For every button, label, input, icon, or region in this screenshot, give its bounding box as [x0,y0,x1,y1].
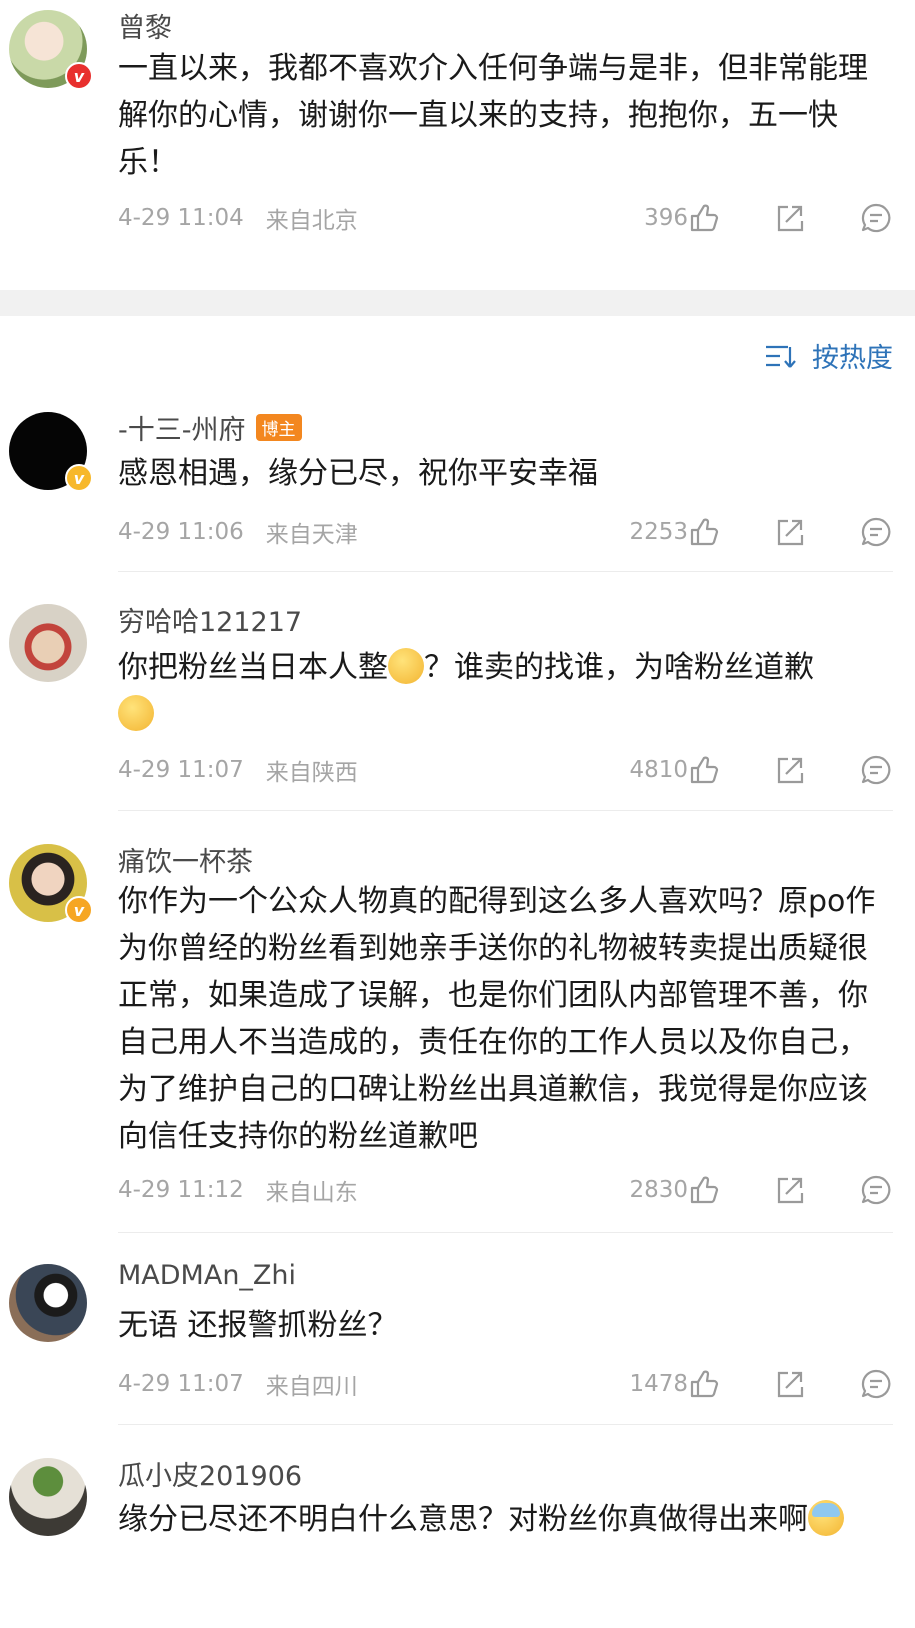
section-divider [0,290,915,316]
top-post: v 曾黎 一直以来，我都不喜欢介入任何争端与是非，但非常能理解你的心情，谢谢你一… [0,0,915,270]
comment-meta: 4-29 11:12 来自山东 2830 [118,1170,898,1210]
comment-text-part: ？谁卖的找谁，为啥粉丝道歉 [424,650,814,685]
timestamp: 4-29 11:04 [118,205,244,231]
username: 瓜小皮201906 [118,1461,303,1492]
username: MADMAn_Zhi [118,1260,297,1291]
comment-text: 无语 还报警抓粉丝？ [118,1308,398,1343]
post-meta: 4-29 11:04 来自北京 396 [118,198,898,238]
comment-item: v -十三-州府 博主 感恩相遇，缘分已尽，祝你平安幸福 4-29 11:06 … [0,400,915,572]
username: -十三-州府 [118,415,246,446]
like-icon[interactable] [688,202,720,234]
comment-user[interactable]: 穷哈哈121217 [118,600,302,639]
comment-icon[interactable] [860,1174,892,1206]
comment-icon[interactable] [860,516,892,548]
verified-icon: v [65,464,93,492]
avatar-photo [9,604,87,682]
post-author[interactable]: 曾黎 [118,6,172,45]
post-text: 一直以来，我都不喜欢介入任何争端与是非，但非常能理解你的心情，谢谢你一直以来的支… [118,51,868,180]
avatar[interactable]: v [9,10,93,90]
comment-meta: 4-29 11:07 来自四川 1478 [118,1364,898,1404]
avatar[interactable] [9,1458,87,1536]
verified-icon: v [65,896,93,924]
divider [118,571,893,572]
comment-meta: 4-29 11:06 来自天津 2253 [118,512,898,552]
comment-text: 缘分已尽还不明白什么意思？对粉丝你真做得出来啊 [118,1496,908,1543]
sort-icon [766,345,796,368]
shush-emoji-icon [118,694,154,731]
like-icon[interactable] [688,754,720,786]
avatar[interactable]: v [9,844,93,924]
like-icon[interactable] [688,1174,720,1206]
sort-label: 按热度 [812,343,893,374]
comment-item: 穷哈哈121217 你把粉丝当日本人整 ？谁卖的找谁，为啥粉丝道歉 4-29 11… [0,590,915,811]
comment-text: 你把粉丝当日本人整 ？谁卖的找谁，为啥粉丝道歉 [118,644,888,738]
location: 来自陕西 [265,760,358,786]
avatar-photo [9,1264,87,1342]
username: 穷哈哈121217 [118,607,303,638]
comment-icon[interactable] [860,202,892,234]
comment-item: v 痛饮一杯茶 你作为一个公众人物真的配得到这么多人喜欢吗？原po作为你曾经的粉… [0,830,915,1250]
location: 来自四川 [265,1374,358,1400]
avatar-photo [9,1458,87,1536]
sort-toggle[interactable]: 按热度 [764,336,893,375]
username: 痛饮一杯茶 [118,847,253,878]
comment-icon[interactable] [860,754,892,786]
comment-user[interactable]: 痛饮一杯茶 [118,840,253,879]
share-icon[interactable] [774,754,806,786]
share-icon[interactable] [774,1174,806,1206]
comment-meta: 4-29 11:07 来自陕西 4810 [118,750,898,790]
comment-text: 感恩相遇，缘分已尽，祝你平安幸福 [118,456,598,491]
comment-text: 你作为一个公众人物真的配得到这么多人喜欢吗？原po作为你曾经的粉丝看到她亲手送你… [118,884,876,1154]
like-count: 396 [644,205,688,231]
location: 来自北京 [265,208,358,234]
comment-icon[interactable] [860,1368,892,1400]
blogger-tag: 博主 [255,414,302,441]
avatar[interactable] [9,604,87,682]
comment-user[interactable]: -十三-州府 博主 [118,408,302,447]
share-icon[interactable] [774,1368,806,1400]
timestamp: 4-29 11:07 [118,757,244,783]
like-count: 2830 [629,1177,688,1203]
verified-icon: v [65,62,93,90]
divider [118,1232,893,1233]
smirk-emoji-icon [388,647,424,684]
like-count: 2253 [629,519,688,545]
like-count: 4810 [629,757,688,783]
comment-item: MADMAn_Zhi 无语 还报警抓粉丝？ 4-29 11:07 来自四川 14… [0,1250,915,1426]
avatar[interactable] [9,1264,87,1342]
share-icon[interactable] [774,202,806,234]
share-icon[interactable] [774,516,806,548]
timestamp: 4-29 11:06 [118,519,244,545]
comment-text-part: 你把粉丝当日本人整 [118,650,388,685]
like-count: 1478 [629,1371,688,1397]
like-icon[interactable] [688,1368,720,1400]
comment-user[interactable]: MADMAn_Zhi [118,1260,296,1291]
like-icon[interactable] [688,516,720,548]
avatar[interactable]: v [9,412,93,492]
cold-sweat-emoji-icon [808,1499,844,1536]
divider [118,1424,893,1425]
timestamp: 4-29 11:12 [118,1177,244,1203]
timestamp: 4-29 11:07 [118,1371,244,1397]
comment-user[interactable]: 瓜小皮201906 [118,1454,302,1493]
location: 来自天津 [265,522,358,548]
location: 来自山东 [265,1180,358,1206]
divider [118,810,893,811]
comment-item: 瓜小皮201906 缘分已尽还不明白什么意思？对粉丝你真做得出来啊 [0,1444,915,1628]
comment-text-part: 缘分已尽还不明白什么意思？对粉丝你真做得出来啊 [118,1502,808,1537]
